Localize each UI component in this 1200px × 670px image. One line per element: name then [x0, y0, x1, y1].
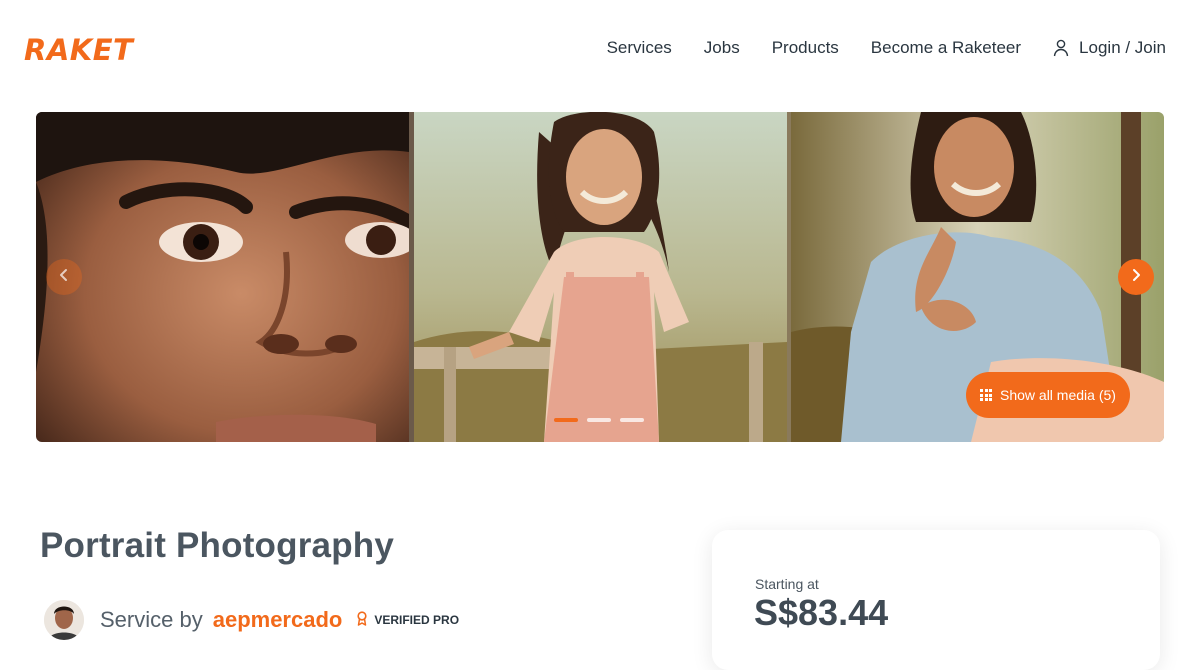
gallery-next-button[interactable] [1118, 259, 1154, 295]
award-icon [356, 611, 368, 629]
nav-item-become-raketeer[interactable]: Become a Raketeer [871, 38, 1021, 58]
site-header: RAKET Services Jobs Products Become a Ra… [0, 0, 1200, 100]
login-label: Login / Join [1079, 38, 1166, 57]
login-join-link[interactable]: Login / Join [1053, 38, 1166, 58]
gallery-prev-button[interactable] [46, 259, 82, 295]
raket-logo[interactable]: RAKET [24, 33, 134, 67]
media-gallery: Show all media (5) [36, 112, 1164, 442]
gallery-pagination [554, 418, 644, 422]
price-value: S$83.44 [754, 592, 889, 633]
gallery-dot-3[interactable] [620, 418, 644, 422]
show-all-media-label: Show all media (5) [1000, 387, 1116, 403]
avatar[interactable] [44, 600, 84, 640]
chevron-right-icon [1130, 268, 1142, 287]
gallery-photo-2[interactable] [414, 112, 787, 442]
starting-at-label: Starting at [755, 576, 819, 592]
gallery-photo-1[interactable] [36, 112, 409, 442]
price-card: Starting at S$83.44 [712, 530, 1160, 670]
grid-icon [980, 389, 992, 401]
provider-username-link[interactable]: aepmercado [213, 607, 343, 633]
gallery-dot-1[interactable] [554, 418, 578, 422]
show-all-media-button[interactable]: Show all media (5) [966, 372, 1130, 418]
chevron-left-icon [58, 268, 70, 287]
main-nav: Services Jobs Products Become a Raketeer… [607, 38, 1166, 58]
page-title: Portrait Photography [40, 526, 395, 565]
service-by-label: Service by [100, 607, 203, 632]
nav-item-products[interactable]: Products [772, 38, 839, 58]
verified-pro-badge: VERIFIED PRO [356, 611, 459, 629]
logo-text: RAKET [24, 33, 134, 67]
gallery-dot-2[interactable] [587, 418, 611, 422]
service-by-row: Service by aepmercado VERIFIED PRO [44, 600, 459, 640]
verified-pro-label: VERIFIED PRO [374, 613, 460, 627]
user-icon [1053, 39, 1069, 57]
nav-item-jobs[interactable]: Jobs [704, 38, 740, 58]
nav-item-services[interactable]: Services [607, 38, 672, 58]
